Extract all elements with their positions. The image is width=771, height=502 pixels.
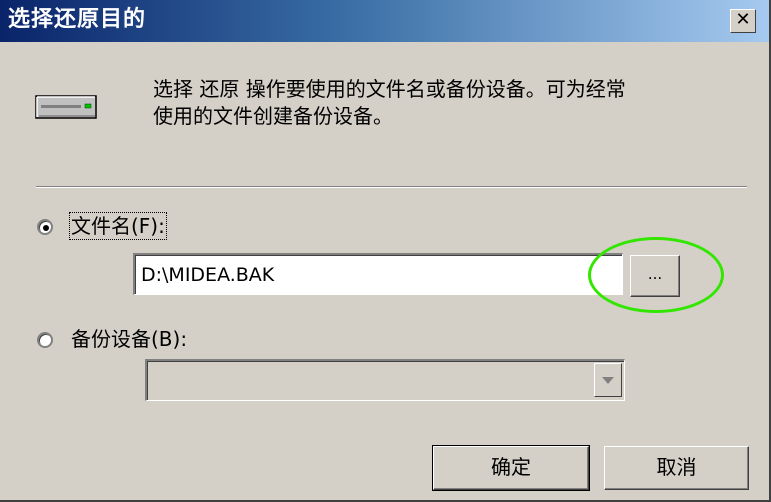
filename-radio-label[interactable]: 文件名(F): xyxy=(69,212,167,240)
filename-radio[interactable] xyxy=(37,219,53,235)
backup-device-radio[interactable] xyxy=(37,332,53,348)
separator-line xyxy=(36,186,747,188)
description-line-1: 选择 还原 操作要使用的文件名或备份设备。可为经常 xyxy=(153,77,626,101)
close-button[interactable]: ✕ xyxy=(730,9,756,33)
title-bar[interactable]: 选择还原目的 ✕ xyxy=(0,0,769,42)
chevron-down-icon xyxy=(602,377,614,384)
filename-input[interactable] xyxy=(133,253,623,295)
dropdown-button[interactable] xyxy=(594,363,622,397)
ok-button[interactable]: 确定 xyxy=(432,445,590,491)
backup-device-radio-label[interactable]: 备份设备(B): xyxy=(71,327,187,351)
description-text: 选择 还原 操作要使用的文件名或备份设备。可为经常 使用的文件创建备份设备。 xyxy=(153,76,753,130)
browse-button[interactable]: ... xyxy=(630,255,680,297)
tape-drive-icon xyxy=(35,95,97,119)
window-title: 选择还原目的 xyxy=(8,7,147,32)
radio-selected-dot xyxy=(43,225,49,231)
backup-device-select[interactable] xyxy=(145,359,625,401)
cancel-button[interactable]: 取消 xyxy=(604,446,749,490)
close-icon: ✕ xyxy=(735,9,751,30)
description-line-2: 使用的文件创建备份设备。 xyxy=(153,104,393,128)
restore-destination-dialog: 选择还原目的 ✕ 选择 还原 操作要使用的文件名或备份设备。可为经常 使用的文件… xyxy=(0,0,771,502)
